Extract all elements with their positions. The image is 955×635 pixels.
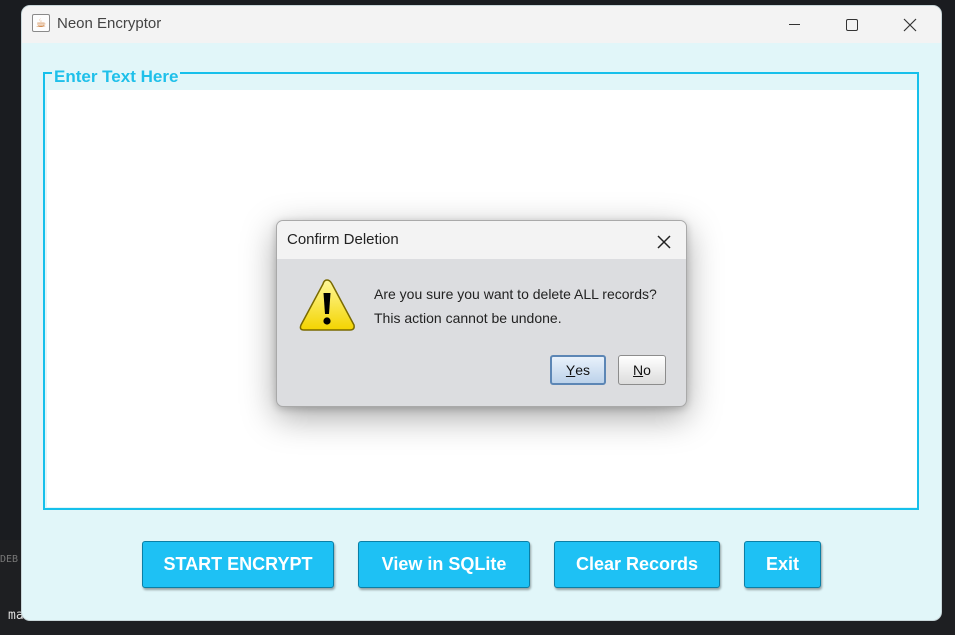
dialog-message-line2: This action cannot be undone. — [374, 310, 562, 326]
minimize-icon — [788, 24, 800, 25]
exit-button[interactable]: Exit — [744, 541, 821, 588]
close-button[interactable] — [887, 6, 933, 43]
group-title: Enter Text Here — [52, 67, 181, 87]
maximize-icon — [846, 18, 858, 31]
yes-mnemonic: Y — [565, 362, 576, 378]
yes-label-rest: es — [575, 362, 591, 378]
no-mnemonic: N — [633, 362, 644, 378]
close-icon — [903, 18, 917, 31]
dialog-title-bar: Confirm Deletion — [277, 221, 686, 259]
dialog-close-button[interactable] — [651, 227, 677, 253]
warning-icon — [299, 279, 355, 331]
clear-records-button[interactable]: Clear Records — [554, 541, 720, 588]
dialog-message-line1: Are you sure you want to delete ALL reco… — [374, 286, 657, 302]
title-bar: ☕ Neon Encryptor — [22, 6, 941, 43]
dialog-title: Confirm Deletion — [287, 231, 399, 248]
view-in-sqlite-button[interactable]: View in SQLite — [358, 541, 530, 588]
window-title: Neon Encryptor — [57, 15, 162, 32]
maximize-button[interactable] — [829, 6, 875, 43]
no-button[interactable]: No — [618, 355, 666, 385]
start-encrypt-button[interactable]: START ENCRYPT — [142, 541, 334, 588]
minimize-button[interactable] — [771, 6, 817, 43]
terminal-side-label: DEB — [0, 554, 19, 565]
close-icon — [657, 234, 671, 249]
java-coffee-icon: ☕ — [32, 14, 50, 32]
confirm-deletion-dialog: Confirm Deletion Are you sure you want t… — [276, 220, 687, 407]
no-label-rest: o — [643, 362, 651, 378]
yes-button[interactable]: Yes — [550, 355, 606, 385]
